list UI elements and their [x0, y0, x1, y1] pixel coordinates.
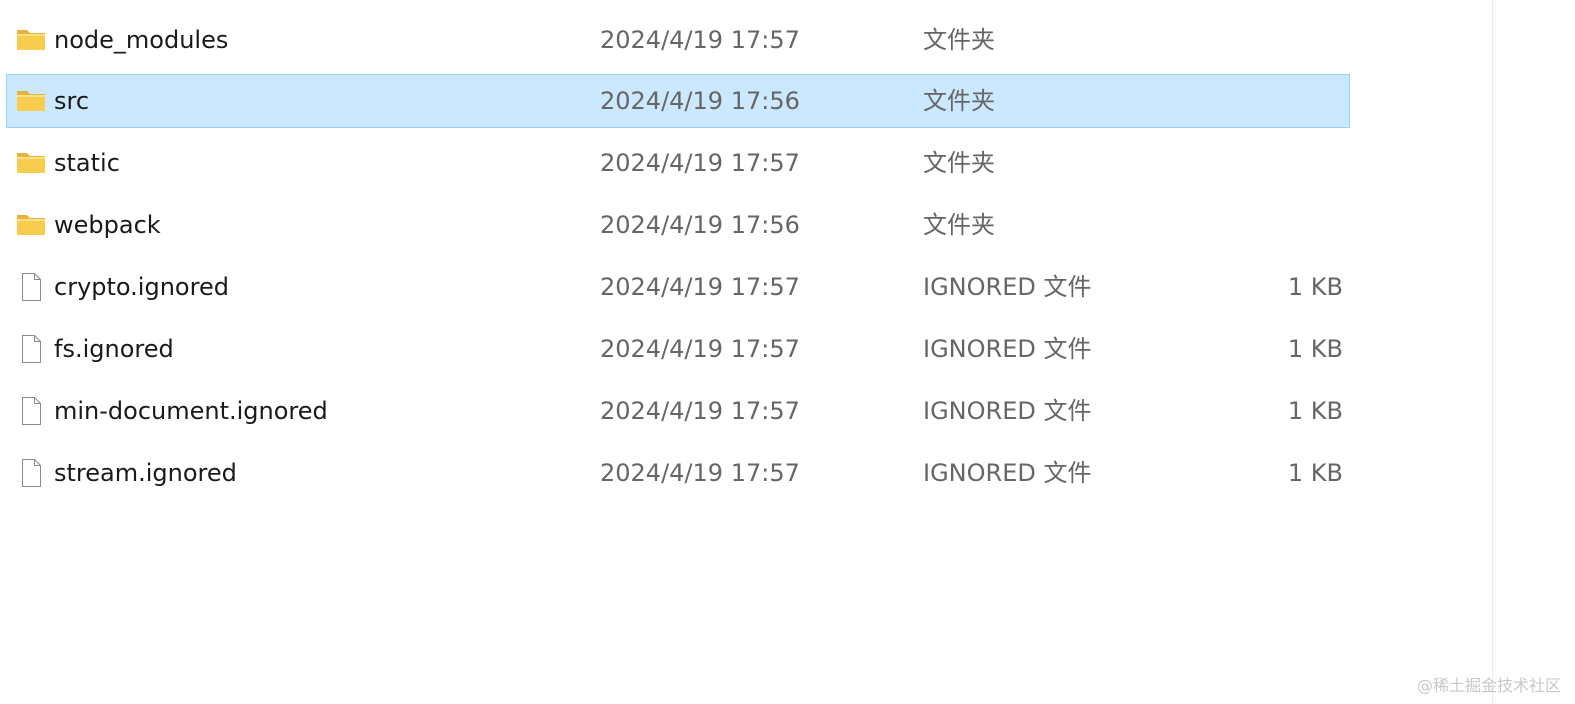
modified-date: 2024/4/19 17:56 — [600, 87, 800, 115]
folder-icon — [16, 87, 46, 115]
file-size — [1227, 137, 1343, 189]
file-name: src — [54, 87, 90, 115]
modified-date: 2024/4/19 17:57 — [600, 397, 800, 425]
file-name: webpack — [54, 211, 161, 239]
file-row-static[interactable]: static 2024/4/19 17:57 文件夹 — [6, 136, 1350, 190]
file-type: 文件夹 — [923, 87, 995, 115]
file-size — [1227, 199, 1343, 251]
folder-icon — [16, 26, 46, 54]
file-name: crypto.ignored — [54, 273, 229, 301]
modified-date: 2024/4/19 17:57 — [600, 149, 800, 177]
file-row-webpack[interactable]: webpack 2024/4/19 17:56 文件夹 — [6, 198, 1350, 252]
file-icon — [16, 459, 46, 487]
folder-icon — [16, 149, 46, 177]
file-icon — [16, 335, 46, 363]
scrollbar-track[interactable] — [1492, 0, 1493, 704]
file-name: static — [54, 149, 120, 177]
file-icon — [16, 397, 46, 425]
file-row-src[interactable]: src 2024/4/19 17:56 文件夹 — [6, 74, 1350, 128]
file-name: fs.ignored — [54, 335, 174, 363]
file-name: node_modules — [54, 26, 229, 54]
file-type: IGNORED 文件 — [923, 397, 1092, 425]
file-size: 1 KB — [1287, 335, 1343, 363]
file-type: IGNORED 文件 — [923, 335, 1092, 363]
file-row-crypto-ignored[interactable]: crypto.ignored 2024/4/19 17:57 IGNORED 文… — [6, 260, 1350, 314]
file-row-fs-ignored[interactable]: fs.ignored 2024/4/19 17:57 IGNORED 文件 1 … — [6, 322, 1350, 376]
file-list: node_modules 2024/4/19 17:57 文件夹 src 202… — [0, 0, 1360, 704]
file-size — [1227, 75, 1343, 127]
modified-date: 2024/4/19 17:57 — [600, 26, 800, 54]
file-icon — [16, 273, 46, 301]
file-row-min-document-ignored[interactable]: min-document.ignored 2024/4/19 17:57 IGN… — [6, 384, 1350, 438]
modified-date: 2024/4/19 17:57 — [600, 273, 800, 301]
modified-date: 2024/4/19 17:57 — [600, 459, 800, 487]
file-name: stream.ignored — [54, 459, 237, 487]
modified-date: 2024/4/19 17:57 — [600, 335, 800, 363]
modified-date: 2024/4/19 17:56 — [600, 211, 800, 239]
file-size: 1 KB — [1287, 273, 1343, 301]
file-size — [1227, 14, 1343, 66]
file-name: min-document.ignored — [54, 397, 328, 425]
file-type: 文件夹 — [923, 149, 995, 177]
folder-icon — [16, 211, 46, 239]
file-type: IGNORED 文件 — [923, 273, 1092, 301]
file-size: 1 KB — [1287, 397, 1343, 425]
file-type: IGNORED 文件 — [923, 459, 1092, 487]
file-type: 文件夹 — [923, 211, 995, 239]
file-row-stream-ignored[interactable]: stream.ignored 2024/4/19 17:57 IGNORED 文… — [6, 446, 1350, 500]
watermark: @稀土掘金技术社区 — [1416, 676, 1561, 695]
file-size: 1 KB — [1287, 459, 1343, 487]
file-row-node-modules[interactable]: node_modules 2024/4/19 17:57 文件夹 — [6, 13, 1350, 67]
file-type: 文件夹 — [923, 26, 995, 54]
